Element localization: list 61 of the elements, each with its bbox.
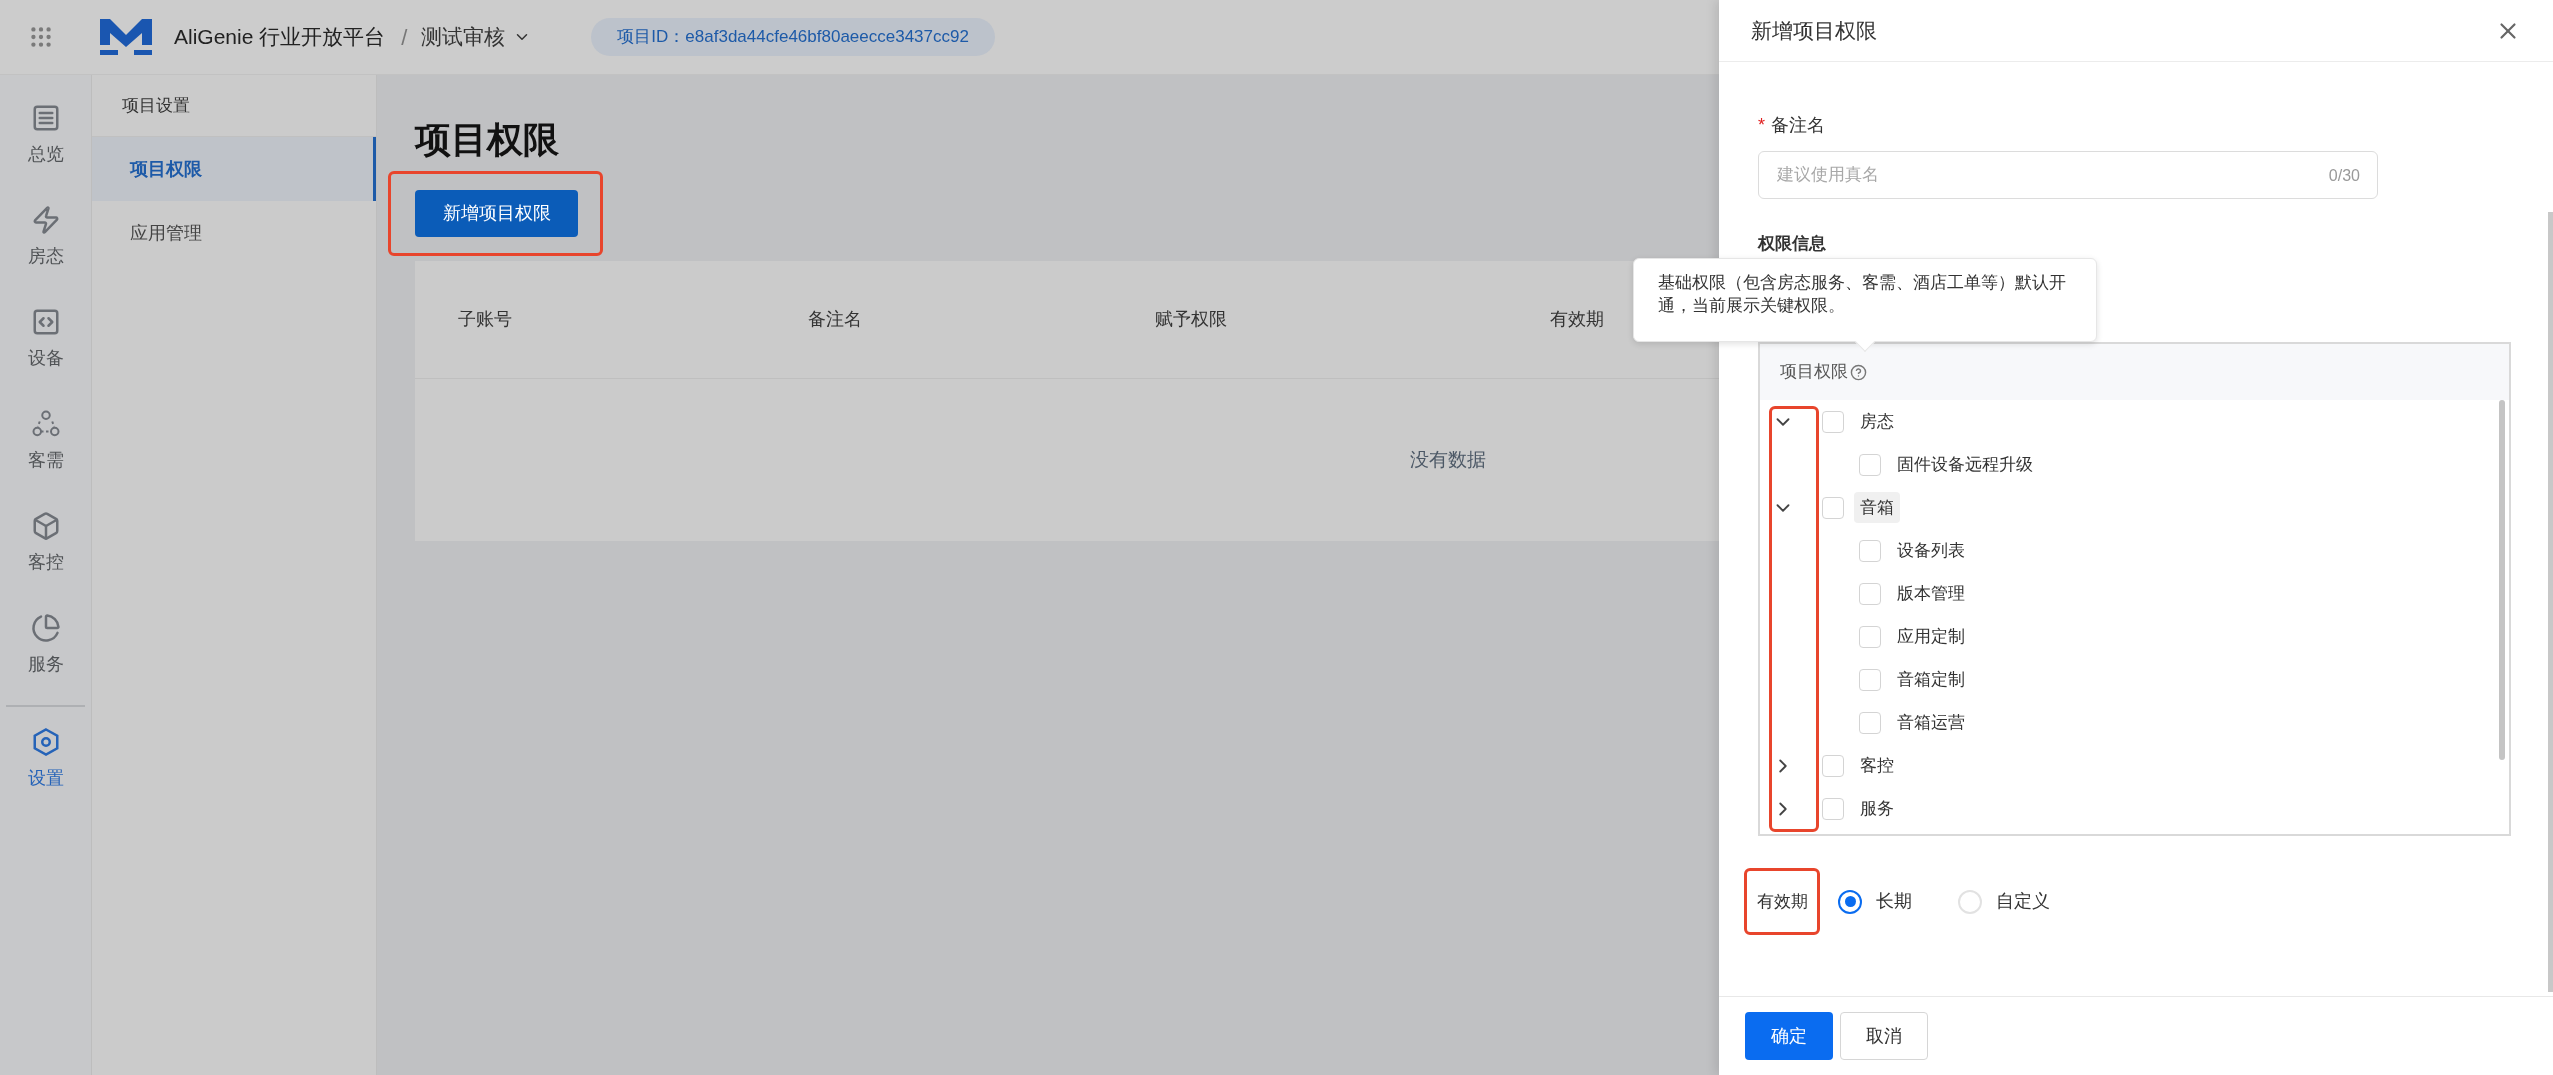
nodes-icon[interactable] — [30, 409, 61, 439]
scrollbar[interactable] — [2548, 212, 2553, 992]
nav-item[interactable]: 总览 — [27, 143, 64, 165]
confirm-button[interactable]: 确定 — [1745, 1012, 1833, 1060]
logo-icon[interactable] — [98, 17, 154, 57]
breadcrumb-separator: / — [401, 23, 408, 52]
project-switcher[interactable]: 测试审核 — [421, 21, 532, 53]
drawer-title: 新增项目权限 — [1751, 17, 1877, 44]
tooltip: 基础权限（包含房态服务、客需、酒店工单等）默认开通，当前展示关键权限。 — [1633, 258, 2097, 342]
tree-item-label[interactable]: 音箱运营 — [1897, 709, 1965, 736]
checkbox[interactable] — [1859, 582, 1881, 605]
section-title: 权限信息 — [1758, 233, 1826, 255]
tree-item-label[interactable]: 音箱定制 — [1897, 666, 1965, 693]
sidebar-item[interactable]: 应用管理 — [92, 201, 376, 265]
tree-item-label[interactable]: 音箱 — [1854, 491, 1900, 524]
cancel-button[interactable]: 取消 — [1840, 1012, 1928, 1060]
field-label: 备注名 — [1771, 113, 1825, 137]
page-title: 项目权限 — [415, 118, 559, 162]
sidebar-title: 项目设置 — [122, 94, 190, 117]
tree-header: 项目权限 — [1780, 361, 1848, 384]
checkbox[interactable] — [1859, 453, 1881, 476]
checkbox[interactable] — [1859, 625, 1881, 648]
tree-item-label[interactable]: 客控 — [1854, 749, 1900, 782]
nav-item[interactable]: 房态 — [27, 245, 64, 267]
add-permission-button[interactable]: 新增项目权限 — [415, 190, 578, 237]
checkbox[interactable] — [1859, 711, 1881, 734]
project-id-pill: 项目ID：e8af3da44cfe46bf80aeecce3437cc92 — [591, 18, 995, 56]
checkbox[interactable] — [1822, 410, 1844, 433]
radio-label[interactable]: 长期 — [1876, 888, 1912, 915]
tree-item-label[interactable]: 设备列表 — [1897, 537, 1965, 564]
nav-item[interactable]: 设备 — [27, 347, 64, 369]
checkbox[interactable] — [1859, 539, 1881, 562]
scrollbar[interactable] — [2499, 400, 2505, 760]
tree-item-label[interactable]: 房态 — [1854, 405, 1900, 438]
column-header: 赋予权限 — [1155, 309, 1227, 329]
radio-label[interactable]: 自定义 — [1996, 888, 2050, 915]
sidebar-item[interactable]: 项目权限 — [92, 137, 376, 201]
column-header: 有效期 — [1550, 309, 1604, 329]
checkbox[interactable] — [1822, 754, 1844, 777]
help-icon[interactable] — [1850, 363, 1867, 381]
tree-item-label[interactable]: 固件设备远程升级 — [1897, 451, 2033, 478]
checkbox[interactable] — [1859, 668, 1881, 691]
tree-item-label[interactable]: 应用定制 — [1897, 623, 1965, 650]
app-name: AliGenie 行业开放平台 — [174, 24, 386, 51]
column-header: 子账号 — [458, 309, 512, 329]
app-grid-icon[interactable] — [28, 24, 54, 50]
tree-item-label[interactable]: 版本管理 — [1897, 580, 1965, 607]
checkbox[interactable] — [1822, 496, 1844, 519]
nav-item[interactable]: 客控 — [27, 551, 64, 573]
empty-text: 没有数据 — [1410, 447, 1486, 472]
tree-item-label[interactable]: 服务 — [1854, 792, 1900, 825]
nav-item[interactable]: 客需 — [27, 449, 64, 471]
char-counter: 0/30 — [2328, 166, 2360, 186]
pie-chart-icon[interactable] — [30, 613, 61, 643]
checkbox[interactable] — [1822, 797, 1844, 820]
column-header: 备注名 — [808, 309, 862, 329]
nav-item[interactable]: 服务 — [27, 653, 64, 675]
radio-button[interactable] — [1838, 889, 1862, 914]
nav-item[interactable]: 设置 — [27, 767, 64, 789]
field-label: 有效期 — [1756, 890, 1808, 913]
required-mark: * — [1758, 113, 1765, 137]
